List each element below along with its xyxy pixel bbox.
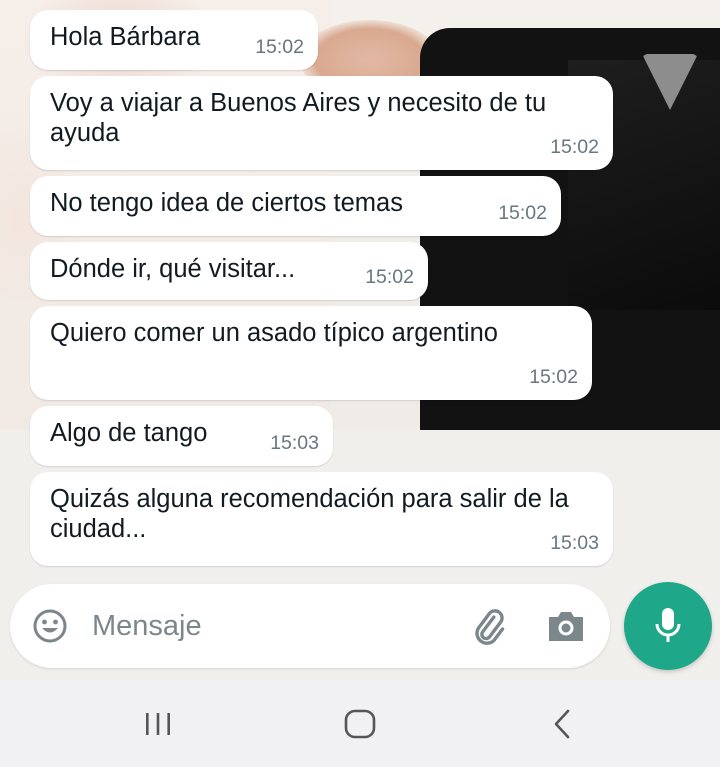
message-bubble[interactable]: Algo de tango 15:03 bbox=[30, 406, 333, 466]
message-text: No tengo idea de ciertos temas bbox=[50, 189, 403, 217]
message-time: 15:03 bbox=[270, 432, 319, 454]
message-time: 15:02 bbox=[255, 36, 304, 58]
message-bubble[interactable]: Voy a viajar a Buenos Aires y necesito d… bbox=[30, 76, 613, 170]
message-text: Quiero comer un asado típico argentino bbox=[50, 319, 498, 347]
message-time: 15:02 bbox=[550, 136, 599, 158]
back-icon[interactable] bbox=[543, 706, 583, 742]
message-time: 15:03 bbox=[550, 532, 599, 554]
recent-apps-icon[interactable] bbox=[138, 706, 178, 742]
message-input[interactable] bbox=[92, 602, 452, 650]
message-text: Algo de tango bbox=[50, 419, 208, 447]
message-composer bbox=[10, 584, 610, 668]
microphone-button[interactable] bbox=[624, 582, 712, 670]
message-list[interactable]: Hola Bárbara 15:02 Voy a viajar a Buenos… bbox=[0, 0, 720, 575]
paperclip-icon[interactable] bbox=[468, 606, 508, 646]
message-time: 15:02 bbox=[365, 266, 414, 288]
emoji-icon[interactable] bbox=[32, 608, 68, 644]
microphone-icon bbox=[655, 608, 681, 642]
message-text: Quizás alguna recomendación para salir d… bbox=[50, 485, 569, 543]
message-text: Voy a viajar a Buenos Aires y necesito d… bbox=[50, 89, 547, 147]
message-text: Dónde ir, qué visitar... bbox=[50, 255, 296, 283]
home-icon[interactable] bbox=[340, 706, 380, 742]
message-bubble[interactable]: Hola Bárbara 15:02 bbox=[30, 10, 318, 70]
message-bubble[interactable]: Dónde ir, qué visitar... 15:02 bbox=[30, 242, 428, 300]
message-bubble[interactable]: Quiero comer un asado típico argentino 1… bbox=[30, 306, 592, 400]
message-bubble[interactable]: Quizás alguna recomendación para salir d… bbox=[30, 472, 613, 566]
message-bubble[interactable]: No tengo idea de ciertos temas 15:02 bbox=[30, 176, 561, 236]
camera-icon[interactable] bbox=[546, 608, 586, 644]
message-time: 15:02 bbox=[529, 366, 578, 388]
message-text: Hola Bárbara bbox=[50, 23, 201, 51]
message-time: 15:02 bbox=[498, 202, 547, 224]
system-nav-bar bbox=[0, 680, 720, 767]
